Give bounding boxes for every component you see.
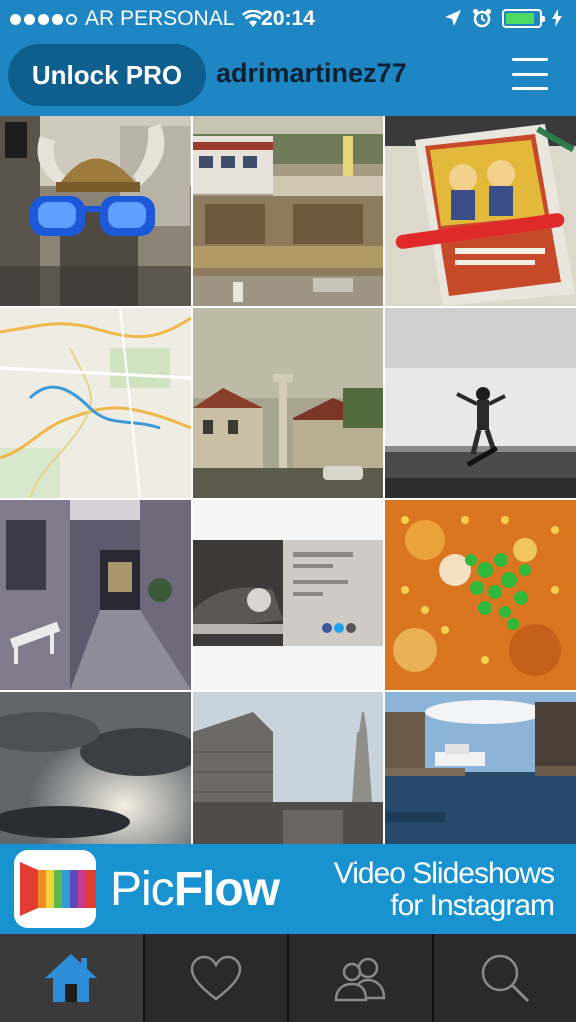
- photo-tile[interactable]: [0, 500, 191, 690]
- photo-tile[interactable]: [193, 308, 383, 498]
- tagline-line-2: for Instagram: [390, 889, 555, 922]
- charging-bolt-icon: [552, 9, 562, 27]
- tagline-line-1: Video Slideshows: [333, 857, 555, 890]
- photo-tile[interactable]: [0, 116, 191, 306]
- location-arrow-icon: [445, 10, 461, 26]
- brand-flow-text: Flow: [173, 863, 280, 916]
- tab-likes[interactable]: [144, 934, 287, 1022]
- banner-tagline: Video Slideshows for Instagram: [333, 857, 555, 922]
- hamburger-menu-icon[interactable]: [512, 58, 548, 90]
- search-icon: [481, 954, 529, 1003]
- tab-home[interactable]: [0, 934, 143, 1022]
- picflow-brand: PicFlow: [110, 862, 280, 917]
- photo-tile[interactable]: [385, 116, 576, 306]
- people-icon: [334, 957, 386, 1002]
- heart-icon: [190, 955, 242, 1001]
- alarm-icon: [473, 9, 491, 28]
- app-header: AR PERSONAL 20:14 Unlock PRO adrimartine…: [0, 0, 576, 116]
- bottom-tab-bar: [0, 934, 576, 1022]
- photo-tile[interactable]: [193, 500, 383, 690]
- battery-icon: [502, 8, 545, 28]
- picflow-ad-banner[interactable]: PicFlow Video Slideshows for Instagram: [0, 844, 576, 934]
- photo-tile[interactable]: [385, 500, 576, 690]
- photo-tile[interactable]: [0, 308, 191, 498]
- status-bar: AR PERSONAL 20:14: [0, 0, 576, 36]
- brand-pic-text: Pic: [110, 863, 175, 916]
- home-icon: [45, 954, 98, 1002]
- photo-tile[interactable]: [193, 116, 383, 306]
- unlock-pro-button[interactable]: Unlock PRO: [8, 44, 206, 106]
- tab-following[interactable]: [289, 934, 432, 1022]
- photo-tile[interactable]: [385, 692, 576, 844]
- tab-search[interactable]: [433, 934, 576, 1022]
- photo-grid: [0, 116, 576, 844]
- picflow-logo-icon: [14, 850, 96, 928]
- photo-tile[interactable]: [385, 308, 576, 498]
- account-username: adrimartinez77: [216, 58, 407, 88]
- photo-tile[interactable]: [193, 692, 383, 844]
- photo-tile[interactable]: [0, 692, 191, 844]
